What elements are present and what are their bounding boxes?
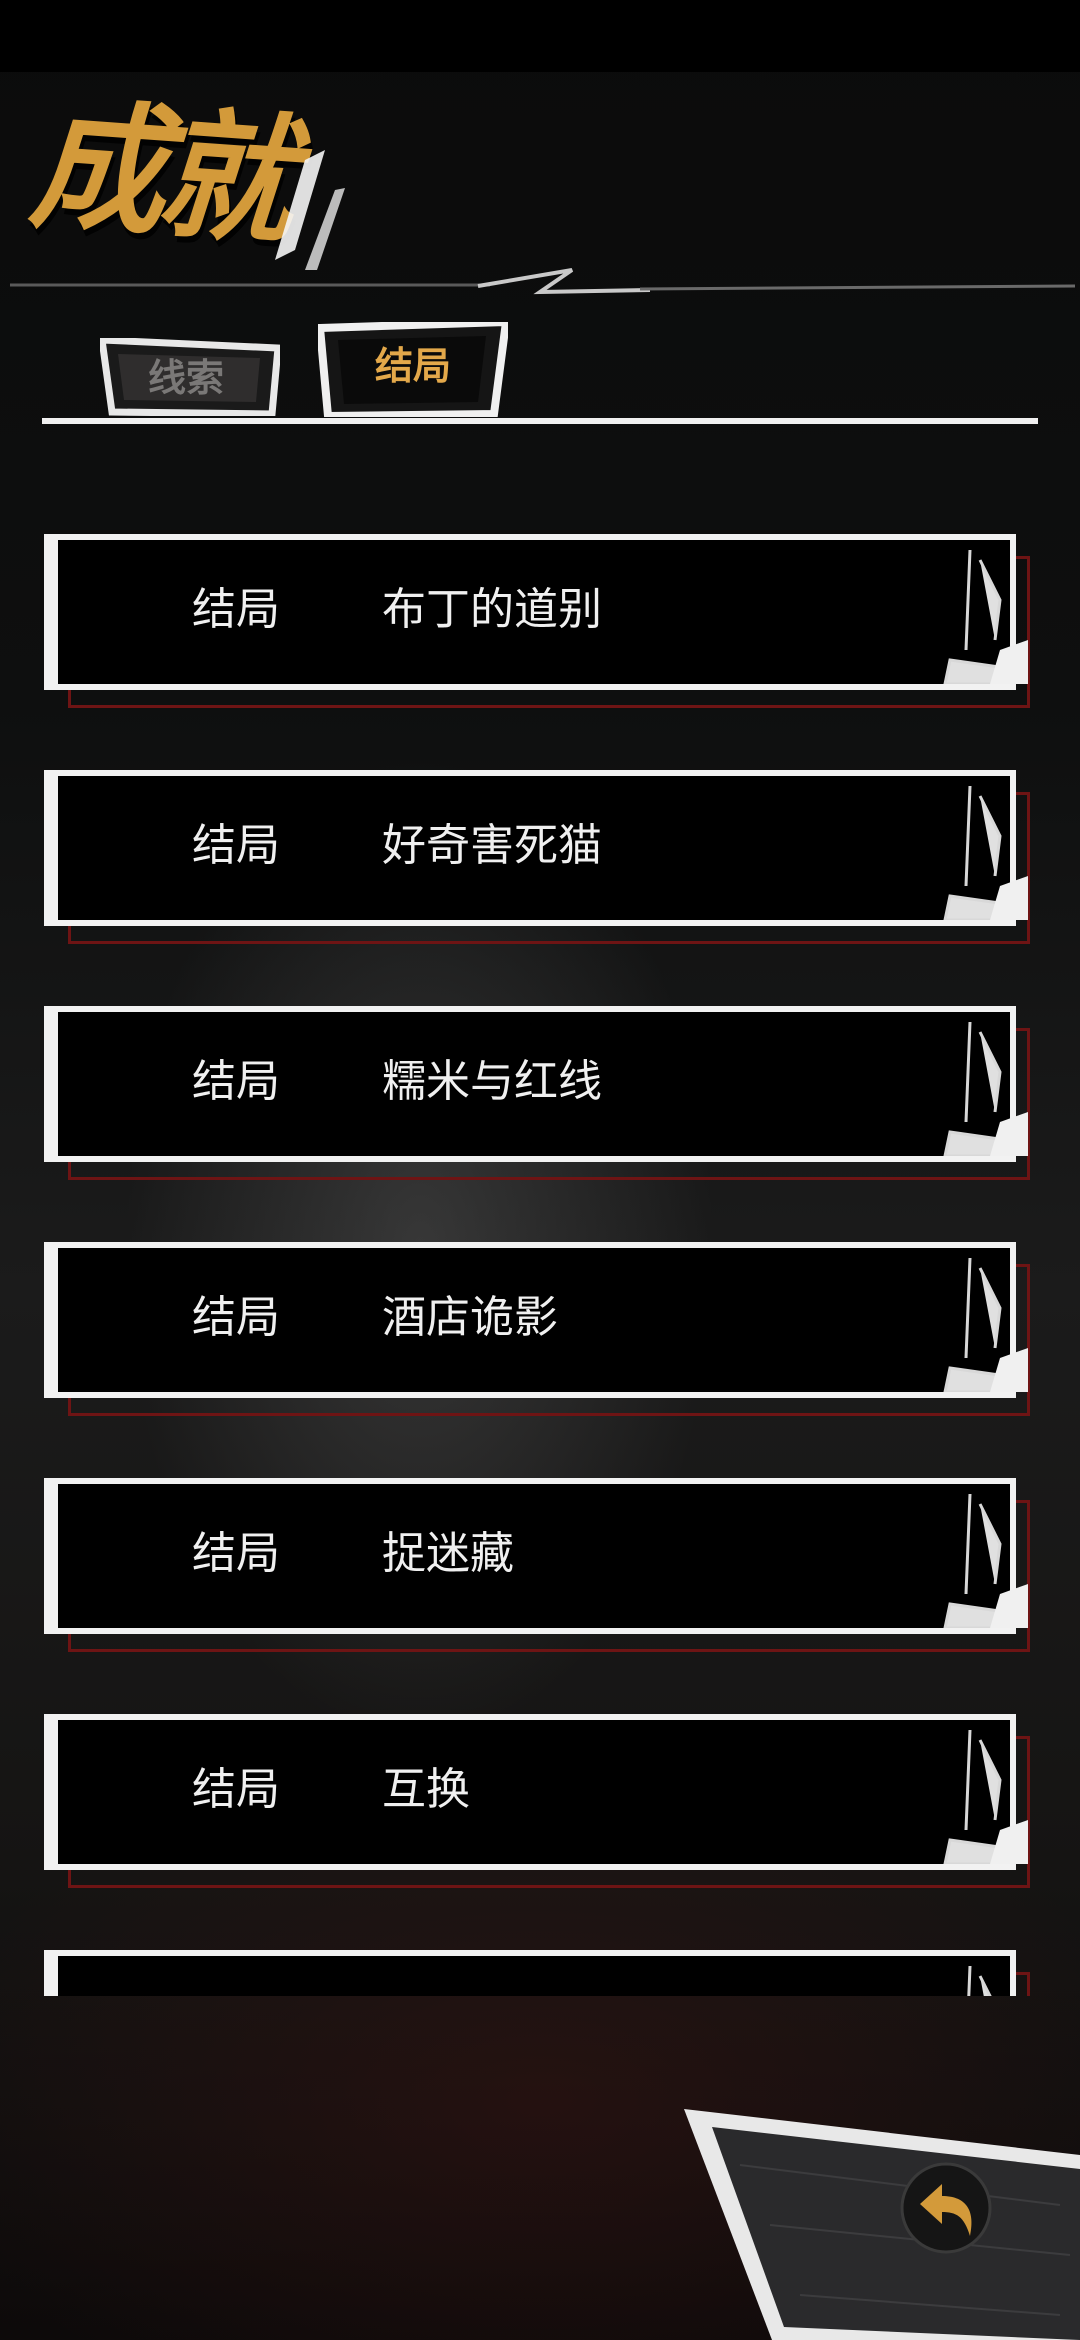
list-item-lead: 结局 [192,1528,280,1579]
list-item[interactable]: 结局 酒店诡影 [44,1242,1036,1418]
grunge-decoration-icon [943,1729,1028,1864]
tab-endings[interactable]: 结局 [318,322,508,417]
title-brush-sweep-icon [275,150,345,270]
list-item-name: 捉迷藏 [382,1528,514,1579]
list-item[interactable]: 结局 糯米与红线 [44,1006,1036,1182]
grunge-decoration-icon [943,1021,1028,1156]
list-item-lead: 结局 [192,1764,280,1815]
list-item-name: 酒店诡影 [382,1292,558,1343]
grunge-decoration-icon [967,1965,992,1996]
list-item[interactable]: 结局 布丁的道别 [44,534,1036,710]
list-item-card [44,1950,1016,1996]
list-item-card [44,1478,1016,1634]
list-item-name: 好奇害死猫 [382,820,602,871]
list-item-name: 布丁的道别 [382,584,602,635]
list-item-lead: 结局 [192,584,280,635]
page-title: 成就 [17,85,380,270]
grunge-decoration-icon [943,785,1028,920]
list-item[interactable]: 结局 捉迷藏 [44,1478,1036,1654]
list-item[interactable]: 结局 好奇害死猫 [44,770,1036,946]
achievements-screen: 成就 线索 结局 结局 布丁的道别 结局 好奇害死猫 结局 糯米与红线 结局 酒… [0,0,1080,2340]
list-item-name: 糯米与红线 [382,1056,602,1107]
title-divider [10,268,1076,295]
grunge-decoration-icon [943,1493,1028,1628]
grunge-decoration-icon [943,549,1028,684]
list-item-lead: 结局 [192,820,280,871]
back-arrow-icon[interactable] [898,2160,994,2256]
list-item-lead: 结局 [192,1292,280,1343]
list-item-card [44,1714,1016,1870]
grunge-decoration-icon [943,1257,1028,1392]
back-button[interactable] [680,2105,1080,2340]
tab-underline [42,418,1038,424]
tab-endings-label: 结局 [374,344,451,388]
list-item-name: 互换 [382,1764,470,1815]
tab-clues[interactable]: 线索 [100,338,280,416]
list-item-lead: 结局 [192,1056,280,1107]
status-bar [0,0,1080,72]
tab-clues-label: 线索 [147,356,224,400]
list-item[interactable] [44,1950,1036,1996]
list-item[interactable]: 结局 互换 [44,1714,1036,1890]
endings-list[interactable]: 结局 布丁的道别 结局 好奇害死猫 结局 糯米与红线 结局 酒店诡影 结局 捉迷… [0,530,1080,1996]
